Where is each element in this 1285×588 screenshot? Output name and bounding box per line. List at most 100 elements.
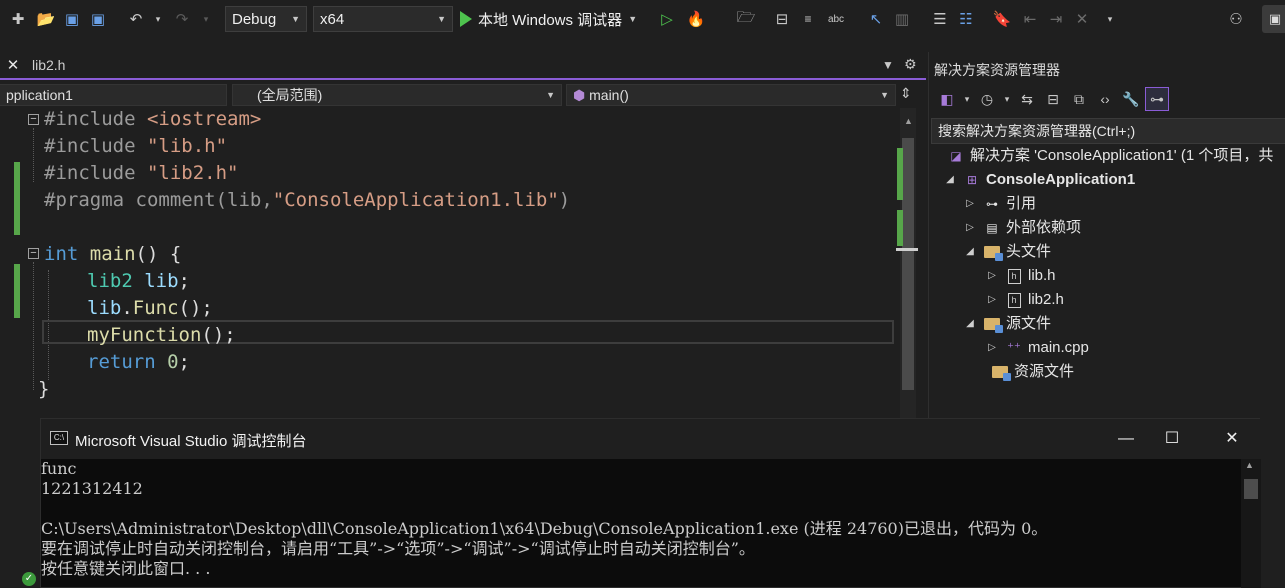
properties-icon[interactable]: 🔧 (1119, 87, 1143, 111)
collapse-all-icon[interactable]: ⊟ (1041, 87, 1065, 111)
debug-console-window[interactable]: C:\ Microsoft Visual Studio 调试控制台 — ☐ ✕ … (40, 418, 1261, 588)
preview-icon[interactable]: ⊶ (1145, 87, 1169, 111)
expanded-icon[interactable]: ◢ (963, 240, 977, 264)
console-title-bar[interactable]: C:\ Microsoft Visual Studio 调试控制台 — ☐ ✕ (41, 419, 1261, 459)
tree-header-files[interactable]: ◢ 头文件 (963, 240, 1051, 264)
close-icon[interactable]: ✕ (0, 56, 26, 74)
console-line: 要在调试停止时自动关闭控制台，请启用“工具”->“选项”->“调试”->“调试停… (41, 539, 755, 558)
collapsed-icon[interactable]: ▷ (985, 264, 999, 288)
live-share-icon[interactable]: ⚇ (1224, 7, 1248, 31)
code-line-1: #include <iostream> (44, 108, 262, 130)
folder-icon (983, 316, 1003, 333)
expanded-icon[interactable]: ◢ (943, 168, 957, 192)
tree-external-deps[interactable]: ▷ ▤ 外部依赖项 (963, 216, 1081, 240)
collapsed-icon[interactable]: ▷ (985, 336, 999, 360)
save-icon[interactable]: ▣ (60, 7, 84, 31)
chevron-down-icon: ▼ (628, 14, 638, 24)
sync-icon[interactable]: ⇆ (1015, 87, 1039, 111)
open-file-icon[interactable]: 🗁 (734, 7, 758, 31)
platform-select[interactable]: x64 ▼ (313, 6, 453, 32)
tree-solution[interactable]: ◪ 解决方案 'ConsoleApplication1' (1 个项目，共 (947, 144, 1273, 168)
tree-label: main.cpp (1028, 339, 1089, 356)
new-project-icon[interactable]: ✚ (6, 7, 30, 31)
code-editor[interactable]: − − #include <iostream> #include "lib.h"… (0, 108, 926, 420)
collapsed-icon[interactable]: ▷ (963, 216, 977, 240)
tab-list-icon[interactable]: ▼ (882, 58, 894, 72)
collapsed-icon[interactable]: ▷ (963, 192, 977, 216)
editor-scrollbar-thumb[interactable] (902, 138, 914, 390)
collapsed-icon[interactable]: ▷ (985, 288, 999, 312)
chevron-down-icon[interactable]: ▾ (961, 87, 973, 111)
scroll-up-icon[interactable]: ▲ (1245, 460, 1254, 470)
fold-guide (33, 262, 34, 390)
format-icon[interactable]: ▥ (890, 7, 914, 31)
tree-resource-files[interactable]: 资源文件 (983, 360, 1074, 384)
bookmark-icon[interactable]: 🔖 (990, 7, 1014, 31)
next-bookmark-icon[interactable]: ⇥ (1044, 7, 1068, 31)
comment-icon[interactable]: ☰ (928, 7, 952, 31)
spell-check-icon[interactable]: abc (824, 7, 848, 31)
code-line-2: #include "lib.h" (44, 135, 228, 157)
start-without-debugging-icon[interactable]: ▷ (655, 7, 679, 31)
show-all-files-icon[interactable]: ⧉ (1067, 87, 1091, 111)
configuration-select[interactable]: Debug ▼ (225, 6, 307, 32)
member-label: main() (589, 86, 629, 103)
window-layout-icon[interactable]: ⊟ (770, 7, 794, 31)
pointer-icon[interactable]: ↖ (864, 7, 888, 31)
tree-source-files[interactable]: ◢ 源文件 (963, 312, 1051, 336)
maximize-button[interactable]: ☐ (1143, 419, 1201, 459)
expanded-icon[interactable]: ◢ (963, 312, 977, 336)
tree-project[interactable]: ◢ ⊞ ConsoleApplication1 (943, 168, 1135, 192)
project-dropdown[interactable]: pplication1 (0, 84, 227, 106)
undo-dropdown-icon[interactable]: ▾ (146, 7, 170, 31)
split-icon[interactable]: ⇕ (900, 85, 912, 102)
uncomment-icon[interactable]: ☷ (954, 7, 978, 31)
solution-search-input[interactable]: 搜索解决方案资源管理器(Ctrl+;) (931, 118, 1285, 144)
member-value: ⬢ main() (573, 87, 629, 104)
fold-toggle-icon[interactable]: − (28, 248, 39, 259)
undo-icon[interactable]: ↶ (124, 7, 148, 31)
settings-icon[interactable]: ⚙ (904, 56, 917, 73)
clear-bookmarks-icon[interactable]: ✕ (1070, 7, 1094, 31)
platform-value: x64 (320, 10, 345, 28)
tree-label: 引用 (1006, 195, 1037, 212)
tree-label: lib.h (1028, 267, 1056, 284)
align-icon[interactable]: ≡ (796, 7, 820, 31)
save-all-icon[interactable]: ▣ (86, 7, 110, 31)
start-debugging-button[interactable]: 本地 Windows 调试器 ▼ (460, 6, 637, 32)
tree-references[interactable]: ▷ ⊶ 引用 (963, 192, 1036, 216)
redo-dropdown-icon[interactable]: ▾ (194, 7, 218, 31)
cpp-file-icon: ⁺⁺ (1007, 340, 1021, 355)
scrollbar-caret-marker (896, 248, 918, 251)
switch-views-icon[interactable]: ◧ (935, 87, 959, 111)
scroll-up-icon[interactable]: ▲ (904, 116, 913, 126)
solution-icon: ◪ (950, 149, 962, 163)
fold-toggle-icon[interactable]: − (28, 114, 39, 125)
account-icon[interactable]: ▣ (1262, 5, 1285, 33)
tree-lib2-h[interactable]: ▷ h lib2.h (985, 288, 1064, 312)
scope-dropdown[interactable]: (全局范围) ▼ (232, 84, 562, 106)
run-label: 本地 Windows 调试器 (478, 11, 623, 29)
scope-value: (全局范围) (257, 87, 323, 103)
tree-lib-h[interactable]: ▷ h lib.h (985, 264, 1056, 288)
tree-main-cpp[interactable]: ▷ ⁺⁺ main.cpp (985, 336, 1089, 360)
console-scrollbar-thumb[interactable] (1244, 479, 1258, 499)
tab-accent-line (0, 78, 926, 80)
chevron-down-icon[interactable]: ▾ (1001, 87, 1013, 111)
hot-reload-icon[interactable]: 🔥 (684, 7, 708, 31)
configuration-value: Debug (232, 10, 277, 28)
header-file-icon: h (1005, 292, 1023, 308)
console-line: 1221312412 (41, 479, 143, 498)
solution-explorer-toolbar: ◧ ▾ ◷ ▾ ⇆ ⊟ ⧉ ‹› 🔧 ⊶ (929, 84, 1285, 114)
prev-bookmark-icon[interactable]: ⇤ (1018, 7, 1042, 31)
tab-lib2-h[interactable]: ✕ lib2.h (0, 52, 130, 78)
scrollbar-change-marker (897, 210, 903, 246)
history-icon[interactable]: ◷ (975, 87, 999, 111)
open-folder-icon[interactable]: 📂 (34, 7, 58, 31)
success-check-icon: ✓ (22, 572, 36, 586)
toolbar-overflow-icon[interactable]: ▾ (1098, 7, 1122, 31)
redo-icon[interactable]: ↷ (170, 7, 194, 31)
code-view-icon[interactable]: ‹› (1093, 87, 1117, 111)
close-button[interactable]: ✕ (1203, 419, 1261, 459)
member-dropdown[interactable]: ⬢ main() ▼ (566, 84, 896, 106)
